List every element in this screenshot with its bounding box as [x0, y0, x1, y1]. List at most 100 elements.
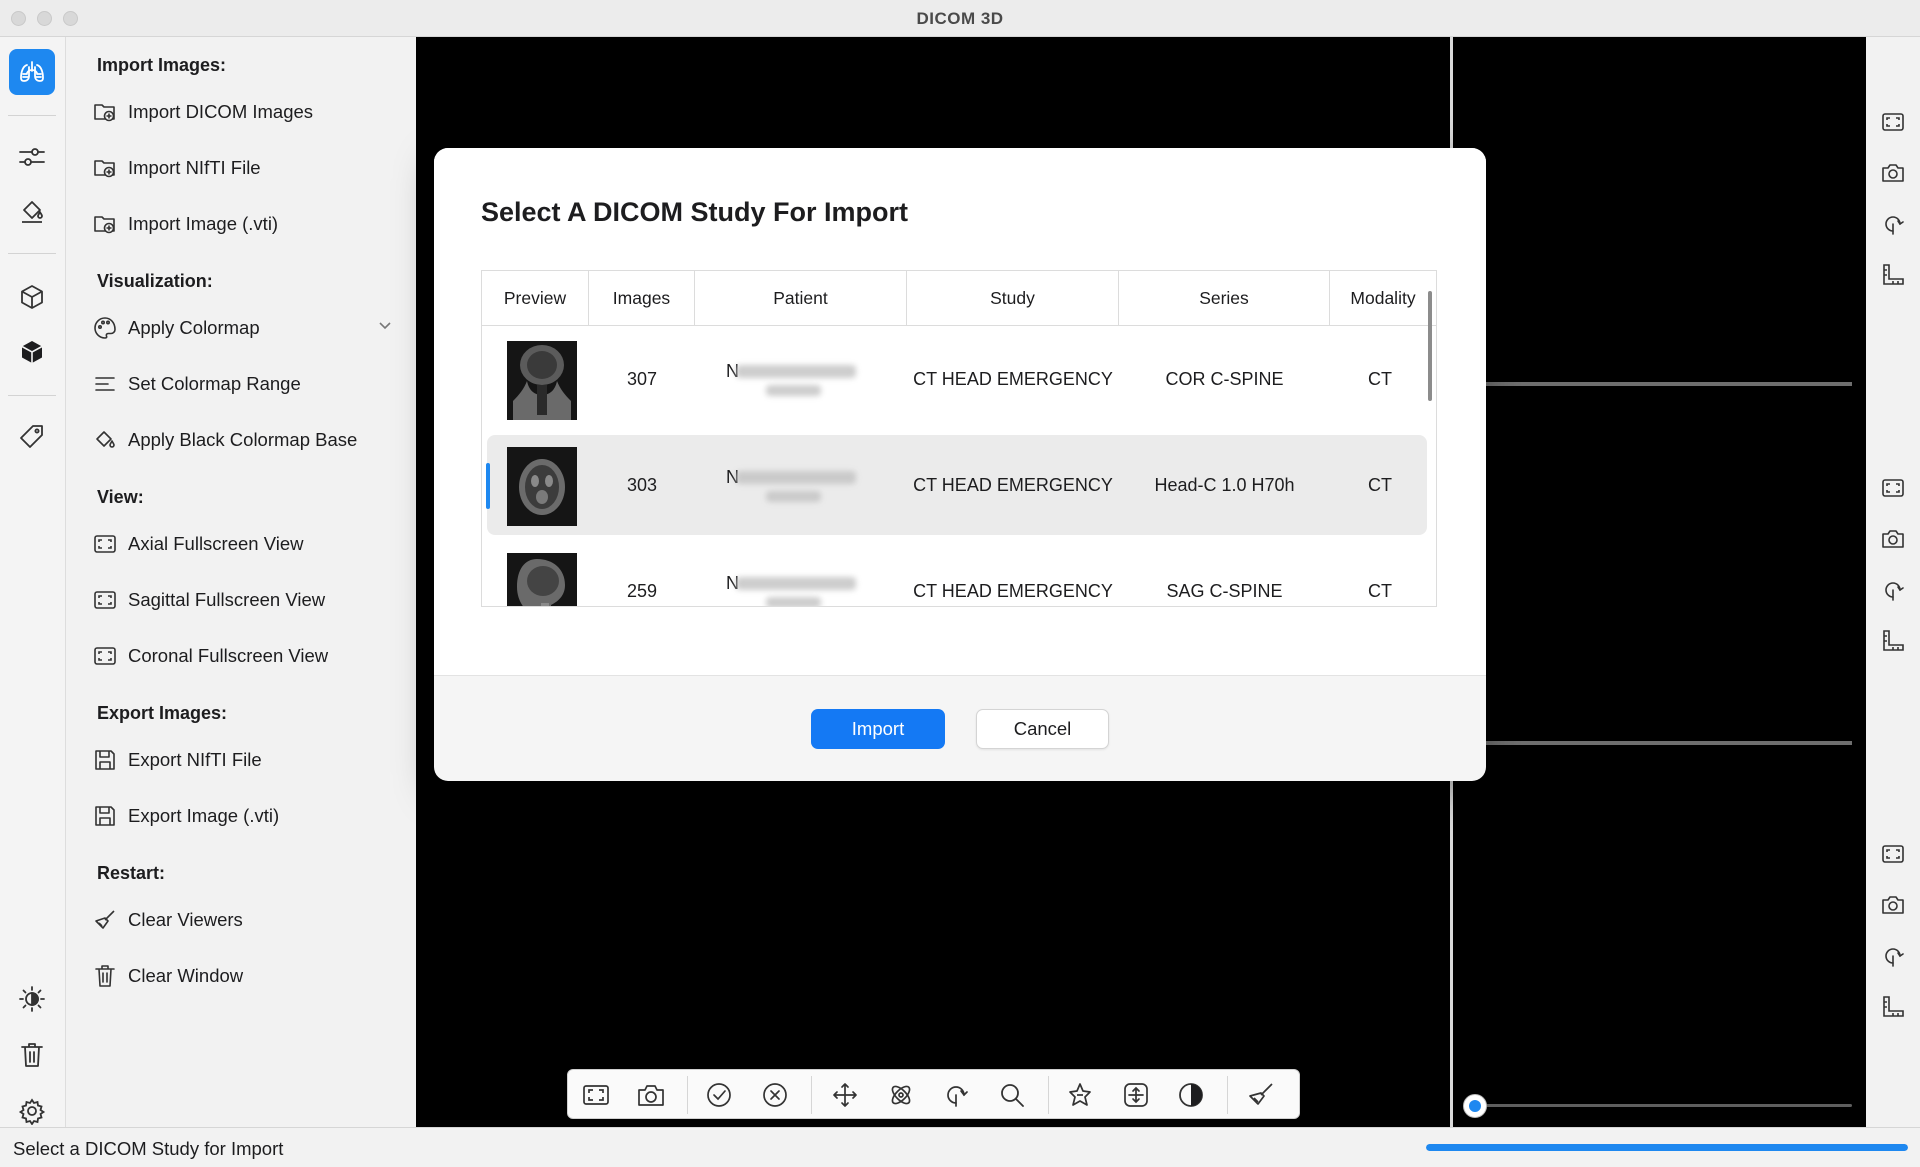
auto-fix-icon — [1066, 1081, 1094, 1109]
coronal-rotate-button[interactable] — [1880, 943, 1906, 969]
cancel-button[interactable]: Cancel — [976, 709, 1109, 749]
status-bar: Select a DICOM Study for Import — [0, 1127, 1920, 1167]
chevron-down-icon — [378, 320, 392, 330]
actions-menu-panel: Import Images: Import DICOM Images Impor… — [66, 37, 416, 1127]
column-header-preview[interactable]: Preview — [482, 271, 589, 326]
dialog-title: Select A DICOM Study For Import — [481, 197, 909, 227]
rail-brightness-button[interactable] — [9, 976, 55, 1022]
table-row[interactable]: 259 N CT HEAD EMERGENCY SAG C-SPINE CT — [487, 541, 1427, 606]
column-header-study[interactable]: Study — [907, 271, 1119, 326]
slice-slider-knob[interactable] — [1463, 1094, 1487, 1118]
camera-icon — [637, 1083, 665, 1107]
rail-3d-filled-button[interactable] — [9, 329, 55, 375]
column-header-series[interactable]: Series — [1119, 271, 1330, 326]
icon-rail — [0, 37, 66, 1127]
sagittal-rotate-button[interactable] — [1880, 577, 1906, 603]
section-heading-view: View: — [97, 487, 144, 507]
toolbar-rotate-button[interactable] — [941, 1080, 971, 1110]
menu-item-clear-window[interactable]: Clear Window — [92, 958, 392, 994]
rail-3d-outline-button[interactable] — [9, 274, 55, 320]
column-header-images[interactable]: Images — [589, 271, 695, 326]
camera-icon — [1881, 894, 1905, 916]
section-heading-export: Export Images: — [97, 703, 228, 723]
cell-images: 307 — [626, 368, 658, 389]
cube-outline-icon — [18, 283, 46, 311]
reset-view-icon — [1122, 1081, 1150, 1109]
menu-item-label: Import DICOM Images — [128, 101, 314, 122]
rail-lungs-button[interactable] — [9, 49, 55, 95]
fullscreen-icon — [582, 1084, 610, 1106]
axial-rotate-button[interactable] — [1880, 211, 1906, 237]
rail-paint-button[interactable] — [9, 188, 55, 234]
rail-tag-button[interactable] — [9, 414, 55, 460]
rotate-3d-icon — [887, 1081, 915, 1109]
ruler-icon — [1881, 629, 1905, 653]
check-circle-icon — [705, 1081, 733, 1109]
brush-icon — [1247, 1081, 1275, 1109]
paint-bucket-icon — [18, 197, 46, 225]
toolbar-cancel-button[interactable] — [760, 1080, 790, 1110]
redacted-patient-name — [736, 365, 856, 378]
menu-item-apply-colormap[interactable]: Apply Colormap — [92, 310, 392, 346]
axial-measure-button[interactable] — [1880, 262, 1906, 288]
menu-item-import-vti[interactable]: Import Image (.vti) — [92, 206, 392, 242]
table-row[interactable]: 307 N CT HEAD EMERGENCY COR C-SPINE CT — [487, 329, 1427, 429]
cell-modality: CT — [1368, 580, 1392, 601]
import-button[interactable]: Import — [811, 709, 945, 749]
ruler-icon — [1881, 263, 1905, 287]
sagittal-snapshot-button[interactable] — [1880, 526, 1906, 552]
redacted-patient-id — [766, 385, 821, 396]
coronal-snapshot-button[interactable] — [1880, 892, 1906, 918]
toolbar-auto-button[interactable] — [1065, 1080, 1095, 1110]
toolbar-contrast-button[interactable] — [1176, 1080, 1206, 1110]
rotate-icon — [1881, 578, 1905, 602]
column-header-modality[interactable]: Modality — [1330, 271, 1436, 326]
toolbar-reset-view-button[interactable] — [1121, 1080, 1151, 1110]
redacted-patient-name — [736, 471, 856, 484]
toolbar-clear-button[interactable] — [1246, 1080, 1276, 1110]
menu-item-clear-viewers[interactable]: Clear Viewers — [92, 902, 392, 938]
menu-item-export-vti[interactable]: Export Image (.vti) — [92, 798, 392, 834]
rail-settings-sliders-button[interactable] — [9, 134, 55, 180]
menu-item-coronal-fullscreen[interactable]: Coronal Fullscreen View — [92, 638, 392, 674]
preview-thumbnail — [507, 553, 577, 606]
menu-item-export-nifti[interactable]: Export NIfTI File — [92, 742, 392, 778]
viewer-splitter[interactable] — [1486, 382, 1852, 386]
menu-item-import-nifti[interactable]: Import NIfTI File — [92, 150, 392, 186]
menu-item-label: Apply Colormap — [128, 317, 260, 338]
toolbar-separator — [1227, 1076, 1228, 1114]
table-scrollbar[interactable] — [1428, 291, 1432, 401]
save-icon — [92, 747, 118, 773]
toolbar-rotate-3d-button[interactable] — [886, 1080, 916, 1110]
side-slice-viewers[interactable] — [1453, 37, 1866, 1127]
coronal-fullscreen-button[interactable] — [1880, 841, 1906, 867]
menu-item-sagittal-fullscreen[interactable]: Sagittal Fullscreen View — [92, 582, 392, 618]
column-header-patient[interactable]: Patient — [695, 271, 907, 326]
toolbar-confirm-button[interactable] — [704, 1080, 734, 1110]
toolbar-snapshot-button[interactable] — [636, 1080, 666, 1110]
menu-item-label: Import Image (.vti) — [128, 213, 279, 234]
menu-item-axial-fullscreen[interactable]: Axial Fullscreen View — [92, 526, 392, 562]
redacted-patient-id — [766, 597, 821, 606]
sagittal-fullscreen-button[interactable] — [1880, 475, 1906, 501]
menu-item-import-dicom[interactable]: Import DICOM Images — [92, 94, 392, 130]
fullscreen-icon — [1881, 112, 1905, 132]
table-row-selected[interactable]: 303 N CT HEAD EMERGENCY Head-C 1.0 H70h … — [486, 435, 1427, 535]
viewer-tools-column — [1866, 37, 1920, 1127]
slice-slider-track[interactable] — [1474, 1104, 1852, 1107]
menu-item-label: Clear Viewers — [128, 909, 243, 930]
axial-fullscreen-button[interactable] — [1880, 109, 1906, 135]
folder-add-icon — [92, 99, 118, 125]
menu-item-label: Coronal Fullscreen View — [128, 645, 329, 666]
menu-item-black-colormap-base[interactable]: Apply Black Colormap Base — [92, 422, 392, 458]
axial-snapshot-button[interactable] — [1880, 160, 1906, 186]
toolbar-fullscreen-button[interactable] — [581, 1080, 611, 1110]
menu-item-label: Set Colormap Range — [128, 373, 301, 394]
coronal-measure-button[interactable] — [1880, 994, 1906, 1020]
menu-item-set-colormap-range[interactable]: Set Colormap Range — [92, 366, 392, 402]
toolbar-zoom-button[interactable] — [997, 1080, 1027, 1110]
sagittal-measure-button[interactable] — [1880, 628, 1906, 654]
toolbar-pan-button[interactable] — [830, 1080, 860, 1110]
rail-trash-button[interactable] — [9, 1032, 55, 1078]
viewer-splitter[interactable] — [1486, 741, 1852, 745]
